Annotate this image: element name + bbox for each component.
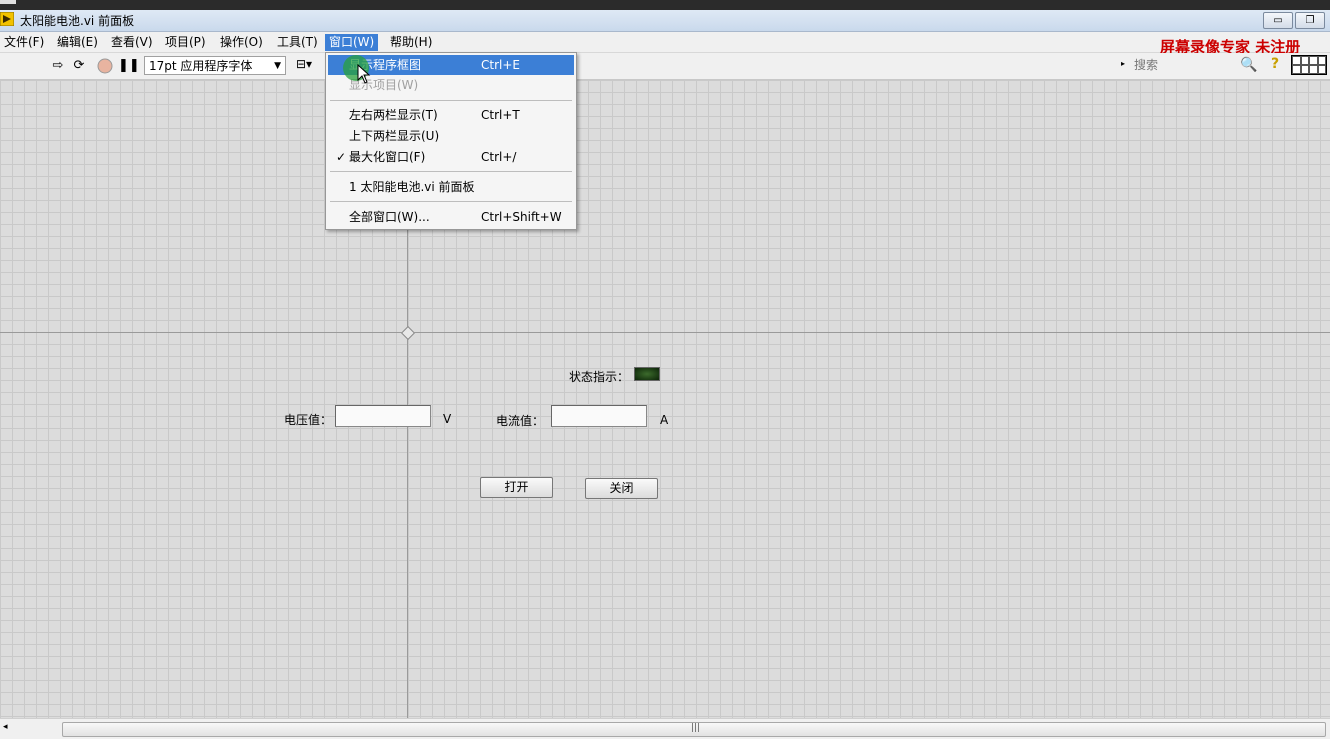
- current-label: 电流值：: [496, 414, 545, 428]
- front-panel-canvas[interactable]: [0, 80, 1330, 718]
- run-arrow-icon[interactable]: ⇨: [49, 57, 67, 75]
- menu-item-tile-left-right[interactable]: 左右两栏显示(T) Ctrl+T: [328, 105, 574, 125]
- align-objects-icon[interactable]: ⊟▾: [296, 57, 312, 71]
- menu-view[interactable]: 查看(V): [107, 34, 157, 51]
- menu-item-all-windows[interactable]: 全部窗口(W)... Ctrl+Shift+W: [328, 207, 574, 227]
- search-expand-icon[interactable]: ▸: [1121, 59, 1125, 68]
- menu-item-label: 上下两栏显示(U): [349, 129, 440, 143]
- menu-operate[interactable]: 操作(O): [216, 34, 267, 51]
- menu-item-label: 左右两栏显示(T): [349, 108, 438, 122]
- voltage-label: 电压值：: [284, 413, 333, 427]
- menu-item-label: 1 太阳能电池.vi 前面板: [349, 180, 475, 194]
- status-indicator-label: 状态指示：: [569, 370, 630, 384]
- run-continuously-icon[interactable]: ⟳: [70, 57, 88, 75]
- abort-icon[interactable]: [96, 57, 114, 75]
- status-led[interactable]: [634, 367, 660, 381]
- window-title: 太阳能电池.vi 前面板: [20, 14, 135, 28]
- menu-project[interactable]: 项目(P): [161, 34, 210, 51]
- menu-item-shortcut: Ctrl+/: [481, 150, 517, 164]
- horizontal-scrollbar[interactable]: ◂ |||: [0, 718, 1330, 739]
- mouse-cursor-icon: [357, 64, 371, 84]
- font-size-select[interactable]: 17pt 应用程序字体 ▼: [144, 56, 286, 75]
- menu-separator: [330, 100, 572, 101]
- menu-item-tile-up-down[interactable]: 上下两栏显示(U): [328, 126, 574, 146]
- labview-app-icon[interactable]: [0, 12, 14, 26]
- menu-tools[interactable]: 工具(T): [273, 34, 322, 51]
- title-bar: 太阳能电池.vi 前面板 ▭ ❐: [0, 10, 1330, 32]
- search-icon[interactable]: 🔍: [1240, 57, 1257, 73]
- font-select-value: 17pt 应用程序字体: [149, 59, 253, 73]
- voltage-field[interactable]: [335, 405, 431, 427]
- open-button[interactable]: 打开: [480, 477, 553, 498]
- menu-file[interactable]: 文件(F): [0, 34, 48, 51]
- restore-icon: ❐: [1305, 15, 1315, 26]
- top-strip-mark: [0, 0, 16, 4]
- help-icon[interactable]: ?: [1271, 56, 1279, 72]
- close-button[interactable]: 关闭: [585, 478, 658, 499]
- menu-item-maximize-window[interactable]: ✓ 最大化窗口(F) Ctrl+/: [328, 147, 574, 167]
- current-unit: A: [660, 413, 669, 427]
- menu-separator: [330, 171, 572, 172]
- restore-button[interactable]: ❐: [1295, 12, 1325, 29]
- scroll-thumb[interactable]: |||: [62, 722, 1326, 737]
- menu-item-label: 最大化窗口(F): [349, 150, 426, 164]
- check-icon: ✓: [336, 150, 347, 164]
- menu-edit[interactable]: 编辑(E): [53, 34, 102, 51]
- top-strip: [0, 0, 1330, 10]
- origin-horizontal-line: [0, 332, 1330, 333]
- menu-item-shortcut: Ctrl+T: [481, 108, 520, 122]
- menu-help[interactable]: 帮助(H): [386, 34, 436, 51]
- minimize-button[interactable]: ▭: [1263, 12, 1293, 29]
- scroll-left-icon[interactable]: ◂: [3, 722, 8, 732]
- menu-item-shortcut: Ctrl+E: [481, 58, 520, 72]
- connector-pane-icon[interactable]: [1291, 55, 1327, 75]
- menu-item-shortcut: Ctrl+Shift+W: [481, 210, 562, 224]
- menu-separator: [330, 201, 572, 202]
- menu-item-open-window-1[interactable]: 1 太阳能电池.vi 前面板: [328, 177, 574, 197]
- menu-item-label: 全部窗口(W)...: [349, 210, 430, 224]
- voltage-unit: V: [443, 412, 452, 426]
- pause-icon[interactable]: ❚❚: [118, 57, 140, 75]
- scroll-grip-icon: |||: [691, 723, 701, 733]
- menu-bar: 文件(F) 编辑(E) 查看(V) 项目(P) 操作(O) 工具(T) 窗口(W…: [0, 32, 1330, 53]
- toolbar: ⇨ ⟳ ❚❚ 17pt 应用程序字体 ▼ ⊟▾ ▸ 搜索 🔍 ?: [0, 53, 1330, 80]
- chevron-down-icon: ▼: [274, 61, 281, 71]
- current-field[interactable]: [551, 405, 647, 427]
- minimize-icon: ▭: [1273, 15, 1283, 26]
- menu-window[interactable]: 窗口(W): [325, 34, 379, 51]
